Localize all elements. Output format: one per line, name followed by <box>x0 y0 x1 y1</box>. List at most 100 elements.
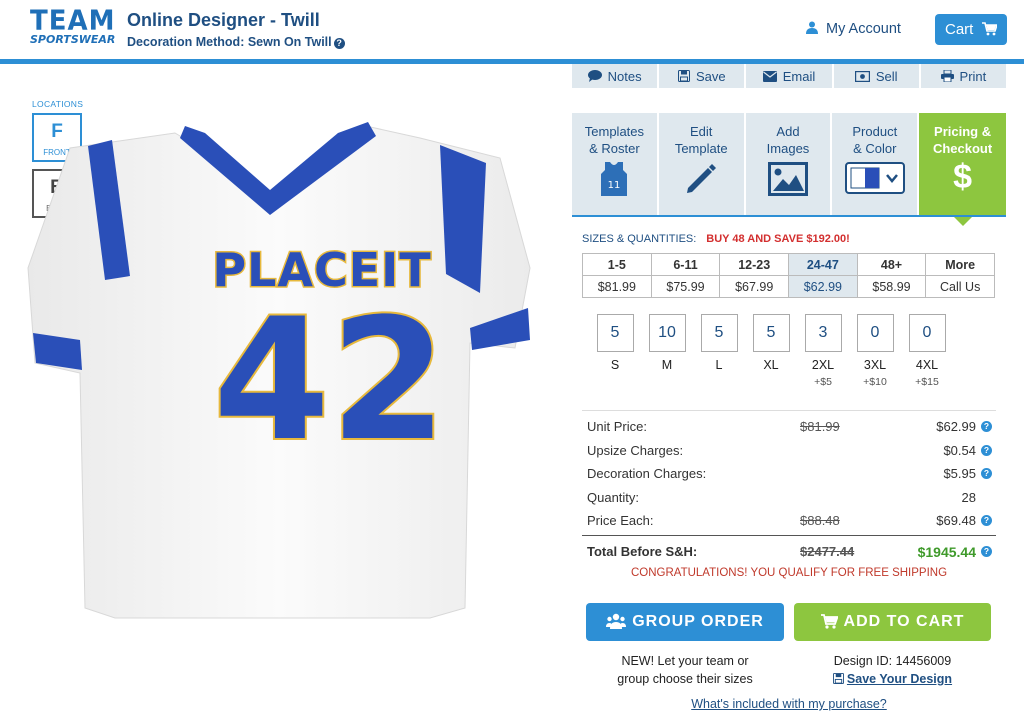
size-quantity-item: 5 XL <box>745 314 797 388</box>
size-quantity-item: 10 M <box>641 314 693 388</box>
help-icon[interactable]: ? <box>333 38 345 49</box>
cart-button[interactable]: Cart <box>935 14 1007 45</box>
email-label: Email <box>782 68 816 84</box>
floppy-disk-icon <box>677 70 690 82</box>
sizes-label: SIZES & QUANTITIES: <box>582 233 697 245</box>
quantity-input-xl[interactable]: 5 <box>752 314 790 352</box>
tab-edit-template-line2: Template <box>674 141 728 156</box>
price-each-row: Price Each: $88.48 $69.48 ? <box>582 505 996 529</box>
dollar-icon: $ <box>953 158 973 196</box>
tab-edit-template-label: Edit Template <box>659 123 744 159</box>
logo-line-1: TEAM <box>30 5 116 37</box>
tabs-divider <box>572 215 1006 217</box>
tier-header: 6-11 <box>650 253 721 276</box>
group-icon <box>606 613 627 629</box>
sell-button[interactable]: Sell <box>834 64 921 88</box>
total-label: Total Before S&H: <box>587 543 698 559</box>
tab-add-images-label: Add Images <box>746 123 831 159</box>
save-button[interactable]: Save <box>659 64 747 88</box>
total-value: $1945.44 <box>917 543 976 560</box>
jersey-icon: 11 <box>601 162 628 196</box>
tier-price: $62.99 <box>788 275 858 298</box>
help-icon[interactable]: ? <box>981 444 992 456</box>
print-button[interactable]: Print <box>921 64 1006 88</box>
tab-product-color[interactable]: Product & Color <box>832 113 920 215</box>
email-button[interactable]: Email <box>746 64 834 88</box>
price-summary: Unit Price: $81.99 $62.99 ? Upsize Charg… <box>582 410 996 560</box>
decoration-row: Decoration Charges: $5.95 ? <box>582 458 996 482</box>
free-shipping-message: CONGRATULATIONS! YOU QUALIFY FOR FREE SH… <box>630 567 948 579</box>
size-quantity-item: 5S <box>589 314 641 388</box>
tier-header: 24-47 <box>788 253 858 276</box>
toolbar: Notes Save Email Sell Print <box>572 64 1006 88</box>
tier-price: $81.99 <box>582 275 652 298</box>
help-icon[interactable]: ? <box>981 545 992 557</box>
tier-price: $58.99 <box>856 275 927 298</box>
save-your-design-label: Save Your Design <box>846 672 953 686</box>
group-order-label: GROUP ORDER <box>632 613 764 630</box>
whats-included-link[interactable]: What's included with my purchase? <box>582 697 996 711</box>
save-label: Save <box>695 68 726 84</box>
notes-label: Notes <box>607 68 642 84</box>
jersey-preview[interactable]: PLACEIT 42 <box>0 118 560 623</box>
quantity-value: 28 <box>961 489 976 505</box>
decoration-value: $5.95 <box>943 466 976 481</box>
quantity-input-s[interactable]: 5 <box>596 314 634 352</box>
size-label: XL <box>763 358 779 372</box>
jersey-number: 42 <box>213 282 447 478</box>
total-original: $2477.44 <box>800 543 855 559</box>
group-order-button[interactable]: GROUP ORDER <box>586 603 784 641</box>
quantity-input-4xl[interactable]: 0 <box>908 314 946 352</box>
help-icon[interactable]: ? <box>981 468 992 479</box>
price-tier-value-row: $81.99 $75.99 $67.99 $62.99 $58.99 Call … <box>582 275 995 298</box>
size-label: L <box>715 358 723 372</box>
price-each-label: Price Each: <box>587 513 654 528</box>
my-account-label: My Account <box>826 21 901 37</box>
team-sportswear-logo[interactable]: TEAM SPORTSWEAR <box>30 5 116 52</box>
design-id: Design ID: 14456009 <box>833 654 952 668</box>
quantity-input-m[interactable]: 10 <box>648 314 686 352</box>
size-upcharge: +$5 <box>814 376 832 388</box>
unit-price-label: Unit Price: <box>587 419 647 434</box>
size-quantity-item: 5L <box>693 314 745 388</box>
help-icon[interactable]: ? <box>981 515 992 526</box>
image-icon <box>767 162 808 196</box>
size-upcharge: +$10 <box>863 376 887 388</box>
print-label: Print <box>959 68 987 84</box>
tab-templates-roster[interactable]: Templates & Roster 11 <box>572 113 659 215</box>
color-picker-icon <box>844 162 905 194</box>
cart-label: Cart <box>945 21 974 38</box>
add-to-cart-button[interactable]: ADD TO CART <box>794 603 991 641</box>
quantity-input-l[interactable]: 5 <box>700 314 738 352</box>
quantity-input-3xl[interactable]: 0 <box>856 314 894 352</box>
tier-price[interactable]: Call Us <box>925 275 995 298</box>
quantity-row: Quantity: 28 <box>582 482 996 506</box>
price-each-value: $69.48 <box>936 513 976 528</box>
decoration-label: Decoration Charges: <box>587 466 707 481</box>
tab-templates-roster-line1: Templates <box>584 124 645 139</box>
unit-price-value: $62.99 <box>936 419 976 434</box>
group-note-line1: NEW! Let your team or <box>621 654 749 668</box>
floppy-disk-icon <box>832 673 844 684</box>
printer-icon <box>940 70 954 82</box>
help-icon[interactable]: ? <box>981 421 992 432</box>
tab-add-images[interactable]: Add Images <box>745 113 833 215</box>
tab-add-images-line2: Images <box>766 141 810 156</box>
money-icon <box>854 70 870 82</box>
sell-label: Sell <box>875 68 898 84</box>
tab-edit-template[interactable]: Edit Template <box>658 113 746 215</box>
tab-product-color-line2: & Color <box>853 141 897 156</box>
quantity-input-2xl[interactable]: 3 <box>804 314 842 352</box>
tab-pricing-checkout-line2: Checkout <box>932 141 993 156</box>
size-upcharge: +$15 <box>915 376 939 388</box>
save-your-design-link[interactable]: Save Your Design <box>832 672 953 686</box>
tab-edit-template-line1: Edit <box>689 124 713 139</box>
total-row: Total Before S&H: $2477.44 $1945.44 ? <box>582 534 996 560</box>
tab-pricing-checkout[interactable]: Pricing & Checkout $ <box>919 113 1006 226</box>
notes-button[interactable]: Notes <box>572 64 660 88</box>
tier-header: 12-23 <box>719 253 790 276</box>
my-account-link[interactable]: My Account <box>806 21 901 37</box>
size-quantity-row: 5S 10 M 5L 5 XL 3 2XL +$5 0 3XL +$10 0 4XL +$15 <box>589 314 953 388</box>
size-label: S <box>610 358 620 372</box>
price-tier-header-row: 1-5 6-11 12-23 24-47 48+ More <box>582 253 995 276</box>
